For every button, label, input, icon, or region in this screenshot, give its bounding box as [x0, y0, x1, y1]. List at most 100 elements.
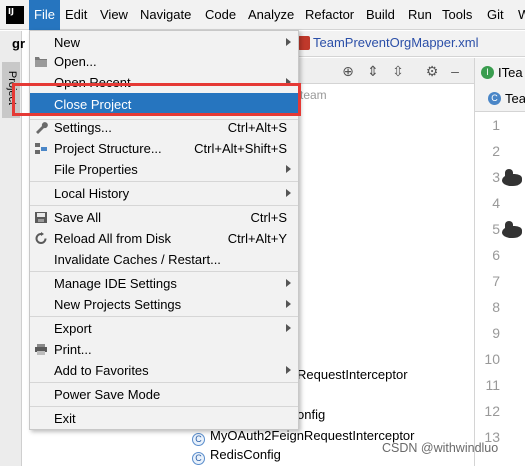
menu-item-file-properties[interactable]: File Properties: [30, 159, 298, 180]
menu-item-label: Exit: [54, 411, 76, 426]
line-number: 4: [492, 195, 500, 211]
menu-tools[interactable]: Tools: [437, 0, 477, 30]
folder-icon: [35, 57, 47, 67]
menu-item-label: New: [54, 35, 81, 50]
menu-item-shortcut: Ctrl+Alt+Y: [227, 231, 287, 246]
intellij-logo-icon: IJ: [6, 6, 24, 24]
menu-item-invalidate-caches[interactable]: Invalidate Caches / Restart...: [30, 249, 298, 270]
breadcrumb: gr: [12, 36, 25, 51]
menu-item-label: File Properties: [54, 162, 138, 177]
menu-bar: IJ File Edit View Navigate Code Analyze …: [0, 0, 525, 30]
menu-separator: [30, 316, 298, 317]
menu-separator: [30, 382, 298, 383]
menu-item-new-projects-settings[interactable]: New Projects Settings: [30, 294, 298, 315]
submenu-arrow-icon: [286, 300, 291, 308]
menu-view[interactable]: View: [95, 0, 133, 30]
mybatis-bird-icon[interactable]: [502, 169, 522, 186]
menu-item-print[interactable]: Print...: [30, 339, 298, 360]
menu-separator: [30, 406, 298, 407]
project-structure-icon: [35, 143, 47, 154]
submenu-arrow-icon: [286, 189, 291, 197]
line-number: 10: [484, 351, 500, 367]
tree-item-partial[interactable]: RequestInterceptor: [297, 367, 408, 382]
collapse-all-icon[interactable]: ⇳: [390, 63, 406, 79]
menu-item-label: Local History: [54, 186, 130, 201]
menu-build[interactable]: Build: [361, 0, 400, 30]
menu-item-project-structure[interactable]: Project Structure... Ctrl+Alt+Shift+S: [30, 138, 298, 159]
line-number: 9: [492, 325, 500, 341]
submenu-arrow-icon: [286, 38, 291, 46]
submenu-arrow-icon: [286, 366, 291, 374]
tree-node-fragment: team: [300, 88, 327, 102]
menu-item-export[interactable]: Export: [30, 318, 298, 339]
wrench-icon: [36, 122, 48, 134]
tree-item-label: RedisConfig: [210, 447, 281, 462]
menu-separator: [30, 205, 298, 206]
mybatis-bird-icon[interactable]: [502, 221, 522, 238]
menu-item-reload-all[interactable]: Reload All from Disk Ctrl+Alt+Y: [30, 228, 298, 249]
menu-item-label: Add to Favorites: [54, 363, 149, 378]
line-number: 8: [492, 299, 500, 315]
line-number: 3: [492, 169, 500, 185]
menu-analyze[interactable]: Analyze: [243, 0, 299, 30]
menu-item-label: Open...: [54, 54, 97, 69]
menu-item-open[interactable]: Open...: [30, 51, 298, 72]
menu-item-power-save-mode[interactable]: Power Save Mode: [30, 384, 298, 405]
xml-file-icon: [298, 36, 310, 50]
submenu-arrow-icon: [286, 165, 291, 173]
print-icon: [35, 344, 47, 355]
menu-item-exit[interactable]: Exit: [30, 408, 298, 429]
menu-item-settings[interactable]: Settings... Ctrl+Alt+S: [30, 117, 298, 138]
menu-item-manage-ide-settings[interactable]: Manage IDE Settings: [30, 273, 298, 294]
menu-separator: [30, 271, 298, 272]
menu-separator: [30, 181, 298, 182]
menu-item-label: Project Structure...: [54, 141, 162, 156]
menu-git[interactable]: Git: [482, 0, 509, 30]
menu-item-label: New Projects Settings: [54, 297, 182, 312]
menu-item-label: Print...: [54, 342, 92, 357]
submenu-arrow-icon: [286, 324, 291, 332]
menu-run[interactable]: Run: [403, 0, 437, 30]
menu-item-shortcut: Ctrl+Alt+Shift+S: [194, 141, 287, 156]
menu-item-label: Reload All from Disk: [54, 231, 172, 246]
hide-icon[interactable]: –: [447, 63, 463, 79]
menu-item-new[interactable]: New: [30, 32, 298, 53]
class-icon: C: [192, 452, 205, 465]
expand-all-icon[interactable]: ⇕: [365, 63, 381, 79]
editor-tab-2[interactable]: Tea: [505, 91, 525, 106]
line-number: 11: [485, 377, 500, 393]
interface-icon: I: [481, 66, 494, 79]
menu-item-add-to-favorites[interactable]: Add to Favorites: [30, 360, 298, 381]
menu-file[interactable]: File: [29, 0, 60, 30]
menu-edit[interactable]: Edit: [60, 0, 92, 30]
editor-tab-1[interactable]: ITea: [498, 65, 523, 80]
menu-item-label: Settings...: [54, 120, 112, 135]
menu-code[interactable]: Code: [200, 0, 241, 30]
editor-file-tab[interactable]: TeamPreventOrgMapper.xml: [313, 35, 478, 50]
menu-item-label: Export: [54, 321, 92, 336]
menu-item-local-history[interactable]: Local History: [30, 183, 298, 204]
menu-navigate[interactable]: Navigate: [135, 0, 196, 30]
line-number: 2: [492, 143, 500, 159]
gear-icon[interactable]: ⚙: [424, 63, 440, 79]
menu-item-label: Invalidate Caches / Restart...: [54, 252, 221, 267]
line-number: 5: [492, 221, 500, 237]
menu-item-shortcut: Ctrl+Alt+S: [227, 120, 287, 135]
line-number: 7: [492, 273, 500, 289]
submenu-arrow-icon: [286, 279, 291, 287]
menu-item-label: Save All: [54, 210, 101, 225]
menu-item-save-all[interactable]: Save All Ctrl+S: [30, 207, 298, 228]
line-number: 12: [484, 403, 500, 419]
menu-window[interactable]: W: [513, 0, 525, 30]
locate-icon[interactable]: ⊕: [340, 63, 356, 79]
class-icon: C: [488, 92, 501, 105]
class-icon: C: [192, 433, 205, 446]
watermark: CSDN @withwindluo: [382, 441, 499, 455]
menu-refactor[interactable]: Refactor: [300, 0, 359, 30]
highlight-box: [12, 83, 301, 116]
reload-icon: [35, 232, 47, 244]
line-number: 6: [492, 247, 500, 263]
menu-item-label: Manage IDE Settings: [54, 276, 177, 291]
tree-item[interactable]: C RedisConfig: [192, 447, 281, 465]
tree-item-partial[interactable]: onfig: [297, 407, 325, 422]
